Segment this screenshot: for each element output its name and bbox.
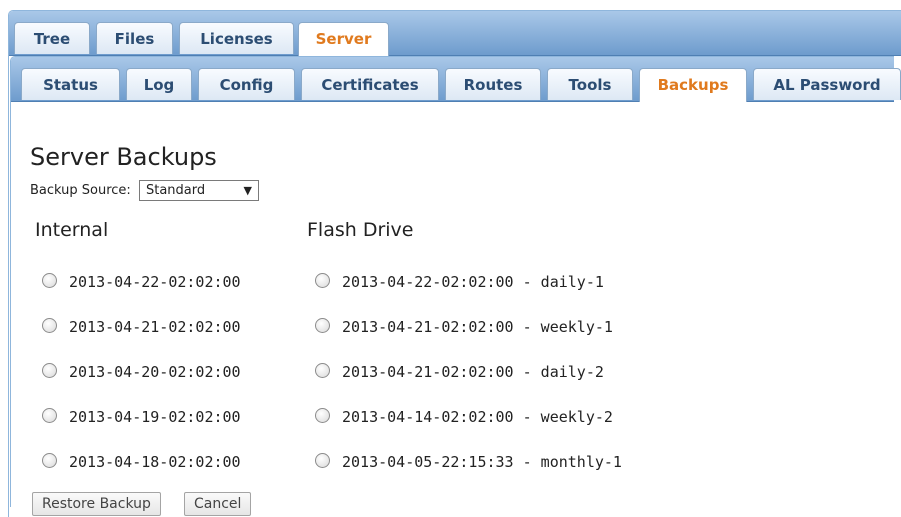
flash-backup-label: 2013-04-21-02:02:00 - daily-2 <box>342 363 604 381</box>
tab-routes[interactable]: Routes <box>445 68 541 100</box>
internal-backup-label: 2013-04-22-02:02:00 <box>69 273 241 291</box>
restore-backup-button[interactable]: Restore Backup <box>32 492 161 516</box>
flash-backup-item[interactable]: 2013-04-21-02:02:00 - daily-2 <box>315 362 604 382</box>
tab-status[interactable]: Status <box>21 68 120 100</box>
radio-button[interactable] <box>315 363 330 378</box>
radio-button[interactable] <box>42 273 57 288</box>
tab-tools[interactable]: Tools <box>547 68 633 100</box>
internal-backup-label: 2013-04-19-02:02:00 <box>69 408 241 426</box>
tab-log[interactable]: Log <box>126 68 192 100</box>
internal-backup-label: 2013-04-20-02:02:00 <box>69 363 241 381</box>
internal-backup-item[interactable]: 2013-04-21-02:02:00 <box>42 317 241 337</box>
flash-backup-item[interactable]: 2013-04-14-02:02:00 - weekly-2 <box>315 407 613 427</box>
backup-source-row: Backup Source: Standard ▼ <box>30 180 259 201</box>
tab-config[interactable]: Config <box>198 68 295 100</box>
internal-backup-item[interactable]: 2013-04-20-02:02:00 <box>42 362 241 382</box>
cancel-button[interactable]: Cancel <box>184 492 252 516</box>
flash-backup-label: 2013-04-14-02:02:00 - weekly-2 <box>342 408 613 426</box>
flash-backup-label: 2013-04-22-02:02:00 - daily-1 <box>342 273 604 291</box>
flash-backup-item[interactable]: 2013-04-22-02:02:00 - daily-1 <box>315 272 604 292</box>
radio-button[interactable] <box>315 408 330 423</box>
backup-source-value: Standard <box>145 183 206 198</box>
radio-button[interactable] <box>315 318 330 333</box>
page-title: Server Backups <box>30 143 217 171</box>
flash-drive-heading: Flash Drive <box>307 219 414 241</box>
internal-backup-item[interactable]: 2013-04-22-02:02:00 <box>42 272 241 292</box>
radio-button[interactable] <box>42 363 57 378</box>
radio-button[interactable] <box>42 408 57 423</box>
internal-backup-item[interactable]: 2013-04-18-02:02:00 <box>42 452 241 472</box>
internal-heading: Internal <box>35 219 109 241</box>
radio-button[interactable] <box>42 453 57 468</box>
radio-button[interactable] <box>315 273 330 288</box>
internal-backup-label: 2013-04-21-02:02:00 <box>69 318 241 336</box>
tab-tree[interactable]: Tree <box>14 22 90 54</box>
internal-backup-label: 2013-04-18-02:02:00 <box>69 453 241 471</box>
radio-button[interactable] <box>42 318 57 333</box>
tab-server[interactable]: Server <box>298 22 389 56</box>
tab-certificates[interactable]: Certificates <box>301 68 439 100</box>
backup-source-label: Backup Source: <box>30 183 131 198</box>
tab-files[interactable]: Files <box>96 22 173 54</box>
flash-backup-label: 2013-04-21-02:02:00 - weekly-1 <box>342 318 613 336</box>
radio-button[interactable] <box>315 453 330 468</box>
flash-backup-label: 2013-04-05-22:15:33 - monthly-1 <box>342 453 622 471</box>
internal-backup-item[interactable]: 2013-04-19-02:02:00 <box>42 407 241 427</box>
tab-al-password[interactable]: AL Password <box>753 68 901 100</box>
backup-source-select[interactable]: Standard ▼ <box>138 180 259 201</box>
flash-backup-item[interactable]: 2013-04-21-02:02:00 - weekly-1 <box>315 317 613 337</box>
tab-backups[interactable]: Backups <box>639 68 747 102</box>
flash-backup-item[interactable]: 2013-04-05-22:15:33 - monthly-1 <box>315 452 622 472</box>
dropdown-arrow-icon: ▼ <box>243 184 252 197</box>
tab-licenses[interactable]: Licenses <box>179 22 294 54</box>
